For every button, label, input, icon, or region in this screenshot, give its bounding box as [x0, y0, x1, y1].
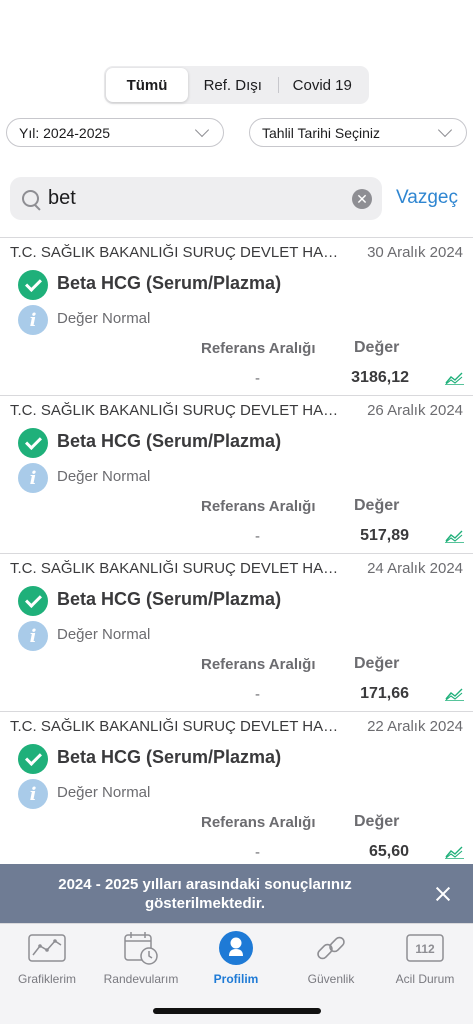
filter-bar: Yıl: 2024-2025 Tahlil Tarihi Seçiniz [6, 118, 467, 148]
result-date: 30 Aralık 2024 [367, 244, 463, 261]
list-item[interactable]: T.C. SAĞLIK BAKANLIĞI SURUÇ DEVLET HASTA… [0, 711, 473, 869]
segment-all[interactable]: Tümü [106, 68, 188, 102]
hospital-name: T.C. SAĞLIK BAKANLIĞI SURUÇ DEVLET HASTA… [10, 718, 348, 735]
chevron-down-icon [194, 122, 210, 138]
result-status: Değer Normal [57, 784, 151, 801]
test-date-dropdown-label: Tahlil Tarihi Seçiniz [262, 124, 381, 141]
clear-search-icon[interactable]: ✕ [352, 188, 372, 209]
check-circle-icon [18, 744, 48, 774]
results-list: T.C. SAĞLIK BAKANLIĞI SURUÇ DEVLET HASTA… [0, 237, 473, 869]
test-name: Beta HCG (Serum/Plazma) [57, 747, 282, 767]
trend-chart-icon[interactable] [445, 371, 464, 385]
result-status: Değer Normal [57, 468, 151, 485]
hospital-name: T.C. SAĞLIK BAKANLIĞI SURUÇ DEVLET HASTA… [10, 244, 348, 261]
tab-emergency[interactable]: 112 Acil Durum [378, 930, 472, 990]
result-date: 24 Aralık 2024 [367, 560, 463, 577]
link-icon [311, 930, 351, 966]
segmented-control: Tümü Ref. Dışı Covid 19 [104, 66, 369, 104]
reference-range-header: Referans Aralığı [201, 498, 316, 515]
result-status: Değer Normal [57, 310, 151, 327]
year-dropdown-label: Yıl: 2024-2025 [19, 124, 111, 141]
tab-charts[interactable]: Grafiklerim [0, 930, 94, 990]
list-item[interactable]: T.C. SAĞLIK BAKANLIĞI SURUÇ DEVLET HASTA… [0, 395, 473, 553]
reference-range-value: - [255, 370, 260, 387]
toast-message: 2024 - 2025 yılları arasındaki sonuçları… [58, 876, 352, 912]
check-circle-icon [18, 428, 48, 458]
close-icon[interactable] [434, 885, 452, 903]
test-date-dropdown[interactable]: Tahlil Tarihi Seçiniz [249, 118, 467, 147]
segment-out-of-reference[interactable]: Ref. Dışı [188, 68, 278, 102]
calendar-icon [121, 930, 161, 966]
value-header: Değer [354, 813, 400, 830]
result-status: Değer Normal [57, 626, 151, 643]
reference-range-header: Referans Aralığı [201, 814, 316, 831]
tab-label: Profilim [213, 972, 259, 986]
test-name: Beta HCG (Serum/Plazma) [57, 589, 282, 609]
tab-label: Grafiklerim [17, 972, 76, 986]
tab-label: Randevularım [103, 972, 179, 986]
segment-covid[interactable]: Covid 19 [277, 68, 368, 102]
result-date: 22 Aralık 2024 [367, 718, 463, 735]
info-icon[interactable]: i [18, 621, 48, 651]
result-value: 65,60 [368, 843, 409, 860]
tab-appointments[interactable]: Randevularım [94, 930, 188, 990]
info-icon[interactable]: i [18, 305, 48, 335]
check-circle-icon [18, 586, 48, 616]
year-dropdown[interactable]: Yıl: 2024-2025 [6, 118, 224, 147]
tab-label: Güvenlik [307, 972, 355, 986]
profile-icon [216, 930, 256, 966]
tab-security[interactable]: Güvenlik [284, 930, 378, 990]
chart-icon [27, 930, 67, 966]
reference-range-value: - [255, 844, 260, 861]
hospital-name: T.C. SAĞLIK BAKANLIĞI SURUÇ DEVLET HASTA… [10, 560, 348, 577]
tab-profile[interactable]: Profilim [189, 930, 283, 990]
test-name: Beta HCG (Serum/Plazma) [57, 431, 282, 451]
emergency-number: 112 [415, 942, 435, 956]
result-value: 3186,12 [351, 369, 409, 386]
hospital-name: T.C. SAĞLIK BAKANLIĞI SURUÇ DEVLET HASTA… [10, 402, 348, 419]
search-input[interactable]: bet [48, 187, 352, 210]
cancel-search-button[interactable]: Vazgeç [396, 187, 458, 209]
check-circle-icon [18, 270, 48, 300]
tab-label: Acil Durum [395, 972, 455, 986]
test-name: Beta HCG (Serum/Plazma) [57, 273, 282, 293]
value-header: Değer [354, 655, 400, 672]
value-header: Değer [354, 497, 400, 514]
list-item[interactable]: T.C. SAĞLIK BAKANLIĞI SURUÇ DEVLET HASTA… [0, 237, 473, 395]
home-indicator [153, 1008, 321, 1014]
result-date: 26 Aralık 2024 [367, 402, 463, 419]
value-header: Değer [354, 339, 400, 356]
reference-range-header: Referans Aralığı [201, 656, 316, 673]
trend-chart-icon[interactable] [445, 529, 464, 543]
info-toast: 2024 - 2025 yılları arasındaki sonuçları… [0, 864, 473, 923]
info-icon[interactable]: i [18, 463, 48, 493]
info-icon[interactable]: i [18, 779, 48, 809]
chevron-down-icon [437, 122, 453, 138]
result-value: 517,89 [360, 527, 409, 544]
search-field[interactable]: bet ✕ [10, 177, 382, 220]
result-value: 171,66 [360, 685, 409, 702]
reference-range-header: Referans Aralığı [201, 340, 316, 357]
trend-chart-icon[interactable] [445, 845, 464, 859]
list-item[interactable]: T.C. SAĞLIK BAKANLIĞI SURUÇ DEVLET HASTA… [0, 553, 473, 711]
emergency-112-icon: 112 [405, 930, 445, 966]
search-icon [20, 188, 42, 210]
trend-chart-icon[interactable] [445, 687, 464, 701]
reference-range-value: - [255, 686, 260, 703]
reference-range-value: - [255, 528, 260, 545]
